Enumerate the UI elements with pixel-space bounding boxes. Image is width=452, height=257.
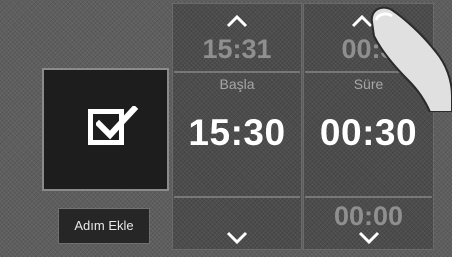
start-current-value[interactable]: 15:30	[173, 112, 301, 154]
chevron-up-icon[interactable]	[226, 14, 248, 33]
add-step-button[interactable]: Adım Ekle	[58, 208, 150, 244]
start-label: Başla	[219, 76, 255, 92]
divider	[174, 71, 300, 73]
chevron-down-icon[interactable]	[226, 231, 248, 250]
chevron-down-icon[interactable]	[358, 231, 380, 250]
start-time-picker: 15:31 Başla 15:30	[172, 3, 302, 250]
divider	[305, 196, 432, 198]
duration-current-value[interactable]: 00:30	[304, 112, 433, 154]
divider	[174, 196, 300, 198]
enable-step-toggle[interactable]	[42, 68, 169, 191]
checkbox-checked-icon	[88, 106, 138, 145]
duration-previous-value[interactable]: 00:00	[304, 201, 433, 232]
finger-pointer	[370, 6, 452, 112]
start-next-value[interactable]: 15:31	[173, 34, 301, 65]
